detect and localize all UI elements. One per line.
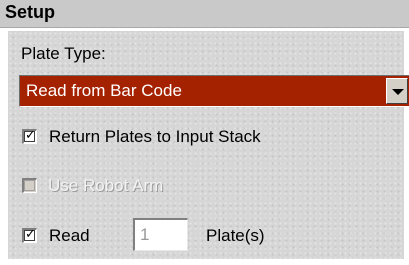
read-label: Read (49, 226, 90, 245)
check-icon: ✓ (25, 128, 36, 143)
plate-type-label: Plate Type: (21, 44, 106, 63)
setup-header: Setup (0, 0, 409, 28)
plate-type-selected-value: Read from Bar Code (26, 81, 182, 100)
plate-count-input[interactable] (133, 218, 188, 251)
read-checkbox[interactable]: ✓ (22, 227, 37, 243)
dropdown-arrow-button[interactable] (386, 78, 408, 104)
return-plates-checkbox[interactable]: ✓ (22, 128, 37, 144)
plates-unit-label: Plate(s) (206, 226, 265, 245)
check-icon: ✓ (25, 227, 36, 242)
return-plates-label: Return Plates to Input Stack (49, 127, 261, 146)
section-title: Setup (5, 2, 56, 22)
chevron-down-icon (392, 89, 404, 95)
plate-type-dropdown[interactable]: Read from Bar Code (19, 75, 409, 107)
use-robot-arm-checkbox[interactable] (22, 178, 37, 193)
use-robot-arm-label: Use Robot Arm (48, 176, 164, 195)
